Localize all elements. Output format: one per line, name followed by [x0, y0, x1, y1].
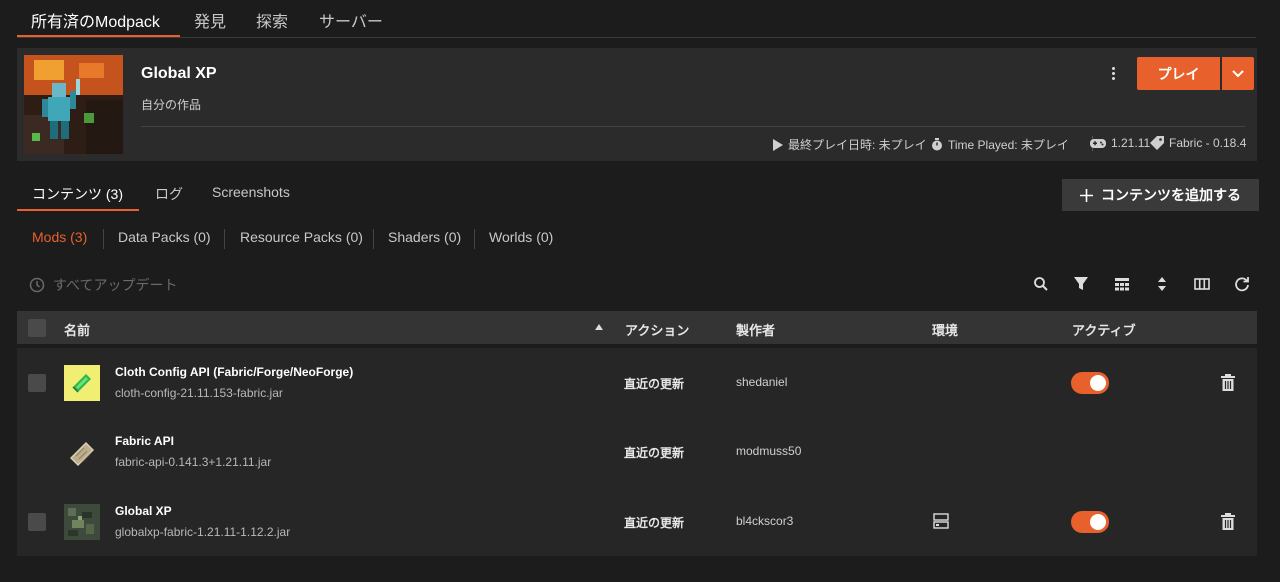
col-active: アクティブ	[1072, 323, 1136, 338]
play-dropdown-button[interactable]	[1222, 57, 1254, 90]
game-version-text: 1.21.11	[1111, 136, 1151, 150]
table-row: Global XP globalxp-fabric-1.21.11-1.12.2…	[17, 487, 1257, 556]
play-button[interactable]: プレイ	[1137, 57, 1220, 90]
active-toggle[interactable]	[1071, 372, 1109, 394]
update-all-label: すべてアップデート	[53, 277, 178, 293]
refresh-icon[interactable]	[1234, 276, 1250, 292]
modpack-title: Global XP	[141, 65, 217, 82]
loader-version-text: Fabric - 0.18.4	[1169, 136, 1247, 150]
mod-filename: cloth-config-21.11.153-fabric.jar	[115, 386, 283, 400]
filter-divider	[224, 229, 225, 249]
chevron-down-icon	[1232, 69, 1244, 77]
filter-worlds[interactable]: Worlds (0)	[489, 229, 553, 245]
table-header: 名前 アクション 製作者 環境 アクティブ	[17, 311, 1257, 344]
tag-icon	[1150, 136, 1164, 150]
mod-filename: fabric-api-0.141.3+1.21.11.jar	[115, 455, 272, 469]
modpack-header: Global XP 自分の作品 プレイ 最終プレイ日時: 未プレイ Time P…	[17, 48, 1257, 161]
col-env: 環境	[932, 323, 959, 338]
play-icon	[773, 138, 783, 151]
tab-contents[interactable]: コンテンツ (3)	[32, 184, 123, 204]
last-played: 最終プレイ日時: 未プレイ	[773, 136, 927, 153]
mods-table: Cloth Config API (Fabric/Forge/NeoForge)…	[17, 348, 1257, 556]
modpack-thumbnail	[24, 55, 123, 154]
sort-asc-icon[interactable]	[595, 324, 603, 330]
server-icon	[933, 513, 949, 529]
top-nav: 所有済のModpack 発見 探索 サーバー	[0, 0, 1280, 38]
col-author[interactable]: 製作者	[736, 320, 775, 339]
last-played-text: 最終プレイ日時: 未プレイ	[788, 138, 927, 152]
time-played-text: Time Played: 未プレイ	[948, 138, 1069, 152]
trash-icon[interactable]	[1220, 513, 1236, 531]
time-played: Time Played: 未プレイ	[931, 136, 1069, 153]
filter-resource-packs[interactable]: Resource Packs (0)	[240, 229, 363, 245]
active-toggle[interactable]	[1071, 511, 1109, 533]
stopwatch-icon	[932, 138, 942, 151]
row-checkbox[interactable]	[28, 513, 46, 531]
table-row: Cloth Config API (Fabric/Forge/NeoForge)…	[17, 348, 1257, 417]
update-all-button[interactable]: すべてアップデート	[29, 275, 177, 295]
more-options-icon[interactable]	[1107, 65, 1119, 85]
cloth-config-icon	[64, 365, 100, 401]
gamepad-icon	[1090, 138, 1106, 148]
loader-version: Fabric - 0.18.4	[1150, 136, 1246, 150]
filter-divider	[474, 229, 475, 249]
filter-shaders[interactable]: Shaders (0)	[388, 229, 461, 245]
col-action: アクション	[625, 323, 690, 338]
mod-action[interactable]: 直近の更新	[624, 375, 684, 392]
plus-icon	[1080, 188, 1093, 202]
mod-name[interactable]: Fabric API	[115, 434, 174, 448]
tab-owned-modpacks[interactable]: 所有済のModpack	[31, 8, 160, 32]
global-xp-icon	[64, 504, 100, 540]
col-name[interactable]: 名前	[64, 320, 90, 339]
mod-name[interactable]: Global XP	[115, 504, 172, 518]
tab-servers[interactable]: サーバー	[319, 8, 383, 32]
tab-explore[interactable]: 探索	[256, 8, 288, 32]
filter-divider	[373, 229, 374, 249]
grid-view-icon[interactable]	[1114, 276, 1130, 292]
filter-mods[interactable]: Mods (3)	[32, 229, 87, 245]
filter-data-packs[interactable]: Data Packs (0)	[118, 229, 211, 245]
mod-author[interactable]: shedaniel	[736, 375, 787, 389]
tab-screenshots[interactable]: Screenshots	[212, 184, 290, 200]
row-checkbox[interactable]	[28, 374, 46, 392]
trash-icon[interactable]	[1220, 374, 1236, 392]
mod-filename: globalxp-fabric-1.21.11-1.12.2.jar	[115, 525, 291, 539]
header-divider	[141, 126, 1245, 127]
filter-divider	[103, 229, 104, 249]
mod-action[interactable]: 直近の更新	[624, 514, 684, 531]
tab-logs[interactable]: ログ	[155, 184, 183, 204]
select-all-checkbox[interactable]	[28, 319, 46, 337]
columns-icon[interactable]	[1194, 276, 1210, 292]
history-icon	[29, 277, 45, 293]
game-version: 1.21.11	[1090, 136, 1150, 150]
add-content-button[interactable]: コンテンツを追加する	[1062, 179, 1259, 211]
nav-divider	[17, 37, 1256, 38]
table-row: Fabric API fabric-api-0.141.3+1.21.11.ja…	[17, 417, 1257, 486]
tab-discover[interactable]: 発見	[194, 8, 226, 32]
mod-author[interactable]: modmuss50	[736, 444, 801, 458]
mod-author[interactable]: bl4ckscor3	[736, 514, 793, 528]
sort-icon[interactable]	[1154, 276, 1170, 292]
mod-action[interactable]: 直近の更新	[624, 444, 684, 461]
modpack-subtitle: 自分の作品	[141, 98, 202, 112]
add-content-label: コンテンツを追加する	[1101, 187, 1241, 203]
search-icon[interactable]	[1033, 276, 1049, 292]
fabric-api-icon	[64, 434, 100, 470]
active-subtab-indicator	[17, 209, 139, 211]
active-tab-indicator	[17, 35, 180, 37]
filter-icon[interactable]	[1073, 276, 1089, 292]
mod-name[interactable]: Cloth Config API (Fabric/Forge/NeoForge)	[115, 365, 353, 379]
